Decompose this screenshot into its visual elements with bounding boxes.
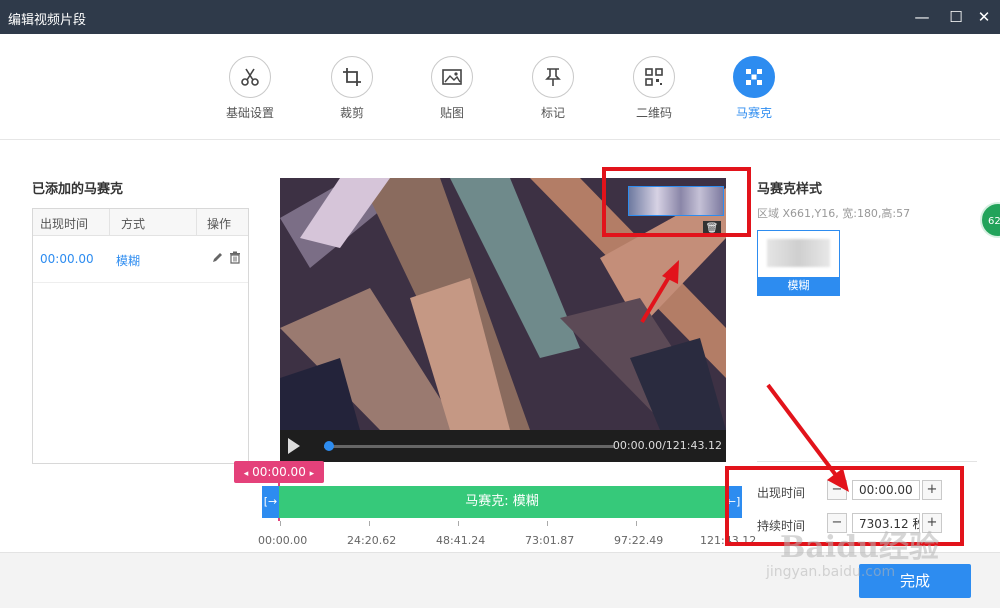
annotation-arrows [640,260,849,492]
watermark-url: jingyan.baidu.com [766,564,896,580]
watermark-brand: Baidu经验 [780,530,939,565]
watermark: Baidu经验 jingyan.baidu.com [760,520,990,600]
